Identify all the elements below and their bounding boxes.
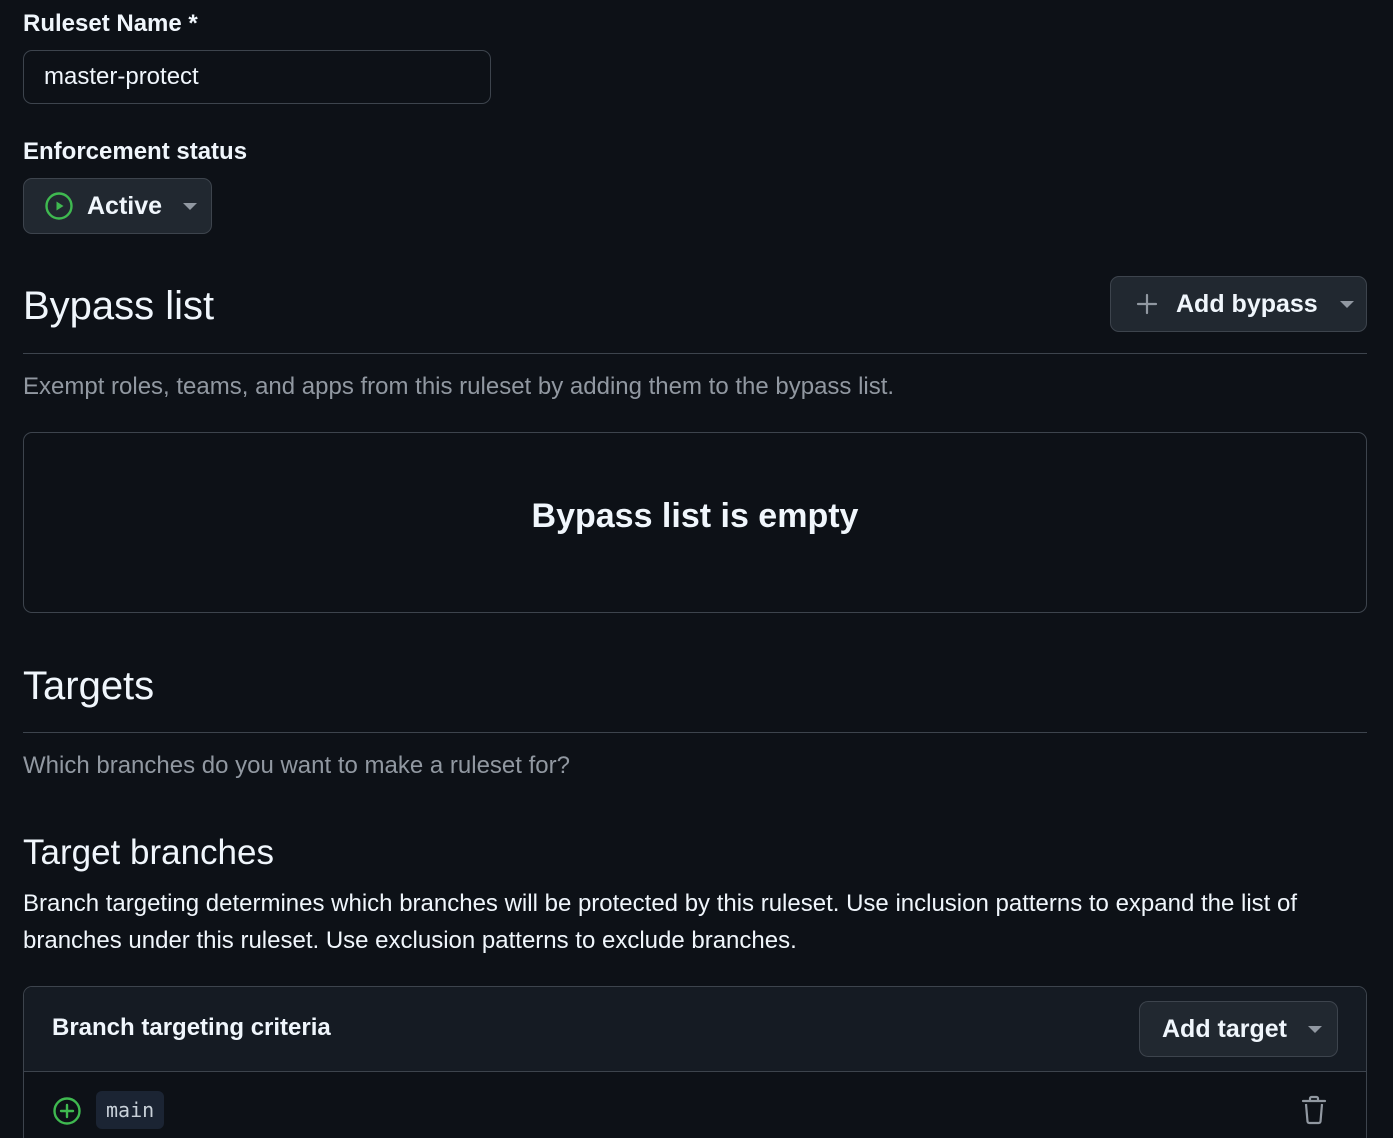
- plus-icon: [1136, 293, 1158, 315]
- ruleset-settings-page: Ruleset Name * Enforcement status Active…: [0, 0, 1393, 1138]
- targets-description: Which branches do you want to make a rul…: [23, 752, 570, 779]
- target-branches-description: Branch targeting determines which branch…: [23, 890, 1298, 954]
- enforcement-status-dropdown[interactable]: Active: [23, 178, 212, 234]
- trash-icon[interactable]: [1301, 1095, 1327, 1125]
- bypass-description: Exempt roles, teams, and apps from this …: [23, 373, 895, 400]
- criteria-header: Branch targeting criteria Add target: [24, 987, 1366, 1072]
- enforcement-status-value: Active: [87, 191, 163, 220]
- triangle-down-icon: [1339, 300, 1354, 308]
- criteria-title: Branch targeting criteria: [52, 1014, 331, 1041]
- add-bypass-label: Add bypass: [1176, 289, 1318, 318]
- target-branches-title: Target branches: [23, 833, 274, 872]
- add-bypass-button[interactable]: Add bypass: [1110, 276, 1367, 332]
- branch-targeting-criteria-panel: Branch targeting criteria Add target mai…: [23, 986, 1367, 1138]
- triangle-down-icon: [183, 202, 198, 210]
- ruleset-name-label: Ruleset Name *: [23, 10, 198, 37]
- triangle-down-icon: [1308, 1025, 1322, 1033]
- add-target-label: Add target: [1162, 1014, 1287, 1043]
- targets-divider: [23, 732, 1367, 733]
- plus-circle-icon: [52, 1096, 82, 1126]
- bypass-empty-state: Bypass list is empty: [23, 432, 1367, 613]
- targets-title: Targets: [23, 664, 155, 708]
- bypass-list-title: Bypass list: [23, 284, 215, 328]
- bypass-empty-message: Bypass list is empty: [531, 497, 859, 535]
- enforcement-status-label: Enforcement status: [23, 138, 248, 165]
- add-target-button[interactable]: Add target: [1139, 1001, 1338, 1057]
- ruleset-name-input[interactable]: [23, 50, 491, 104]
- bypass-divider: [23, 353, 1367, 354]
- play-circle-icon: [44, 191, 74, 221]
- branch-pattern: main: [96, 1091, 165, 1129]
